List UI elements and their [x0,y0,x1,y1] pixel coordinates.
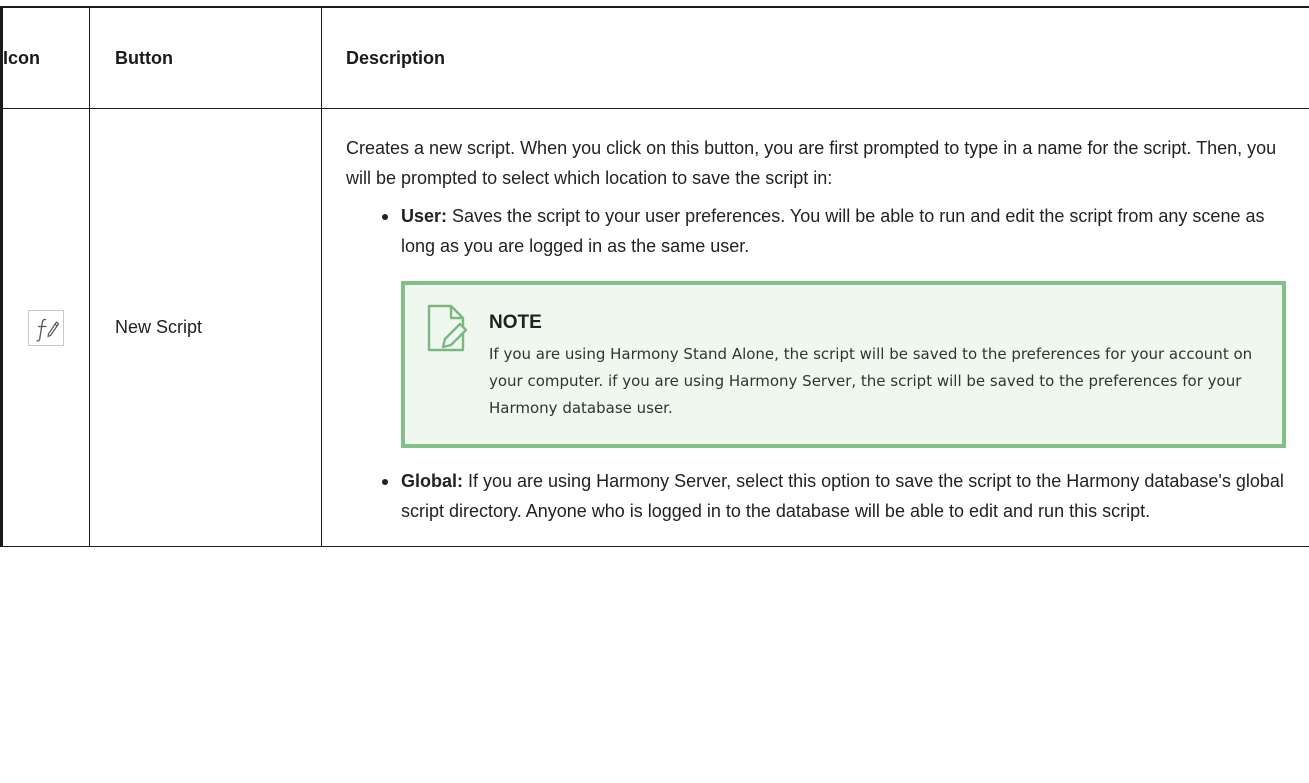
note-title: NOTE [489,312,542,333]
note-callout: NOTE If you are using Harmony Stand Alon… [401,281,1286,448]
bullet-icon [382,214,388,220]
table-header-row: Icon Button Description [0,6,1309,109]
new-script-label: New Script [89,108,322,547]
description-cell: Creates a new script. When you click on … [321,108,1309,547]
description-intro: Creates a new script. When you click on … [346,138,1277,188]
list-item-user: User: Saves the script to your user pref… [346,201,1286,448]
bullet-term-global: Global: [401,471,463,491]
bullet-term-user: User: [401,206,448,226]
script-buttons-table: Icon Button Description New Script Creat… [0,6,1309,547]
header-icon: Icon [0,6,90,109]
bullet-icon [382,479,388,485]
note-text: If you are using Harmony Stand Alone, th… [489,345,1253,417]
note-icon [425,303,469,362]
table-row: New Script Creates a new script. When yo… [0,108,1309,547]
list-item-global: Global: If you are using Harmony Server,… [346,466,1286,526]
location-options-list: User: Saves the script to your user pref… [346,201,1286,526]
header-button: Button [89,6,322,109]
icon-cell [0,108,90,547]
bullet-text-user: Saves the script to your user preference… [401,206,1265,256]
header-description: Description [321,6,1309,109]
new-script-icon [28,309,64,346]
bullet-text-global: If you are using Harmony Server, select … [401,471,1284,521]
